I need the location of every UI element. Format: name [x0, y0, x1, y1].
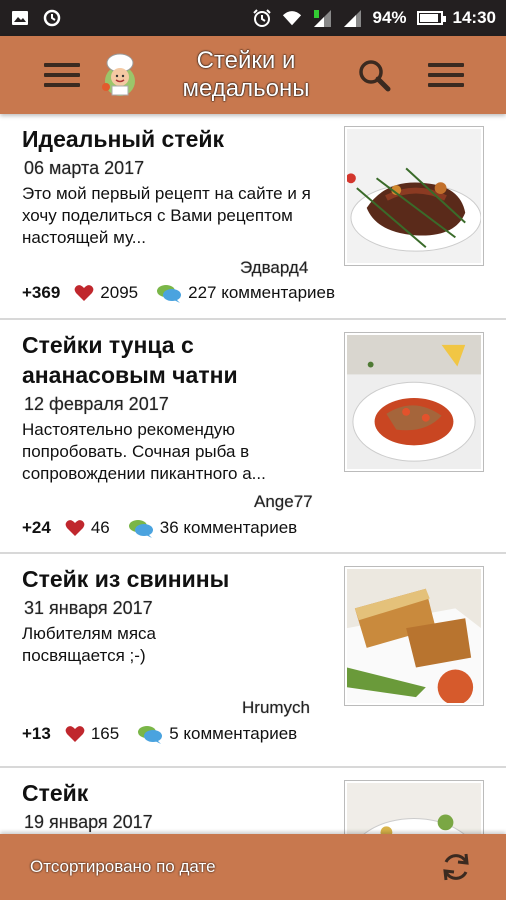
recipe-description: Настоятельно рекомендую попробовать. Соч… — [22, 420, 266, 483]
recipe-author[interactable]: Hrumych — [242, 698, 310, 718]
comments-icon — [128, 520, 153, 538]
sort-label[interactable]: Отсортировано по дате — [30, 857, 216, 877]
recipe-image[interactable] — [344, 332, 484, 472]
recipe-author[interactable]: Эдвард4 — [240, 258, 308, 278]
refresh-icon — [443, 853, 469, 881]
battery-icon — [416, 11, 446, 25]
battery-level — [419, 14, 439, 22]
clock: 14:30 — [452, 8, 496, 27]
recipe-score: +24 — [22, 518, 51, 537]
recipe-list: Идеальный стейк 06 марта 2017 Это мой пе… — [0, 114, 506, 834]
comments-icon — [138, 726, 163, 744]
recipe-image[interactable] — [344, 566, 484, 706]
recipe-comments[interactable]: 36 комментариев — [160, 518, 297, 538]
recipe-score: +369 — [22, 283, 61, 302]
recipe-image[interactable] — [344, 780, 484, 834]
list-item[interactable]: Стейк из свинины 31 января 2017 Любителя… — [0, 554, 506, 768]
recipe-description: Это мой первый рецепт на сайте и я хочу … — [22, 184, 311, 247]
sync-icon — [42, 8, 62, 28]
search-icon — [359, 60, 391, 92]
signal-icon — [312, 8, 332, 28]
list-item[interactable]: Стейки тунца с ананасовым чатни 12 февра… — [0, 320, 506, 554]
recipe-stats: +13 165 5 комментариев — [22, 724, 297, 744]
chef-logo-icon — [96, 51, 144, 99]
recipe-likes: 2095 — [100, 283, 139, 302]
recipe-stats: +24 46 36 комментариев — [22, 518, 297, 538]
wifi-icon — [282, 8, 302, 28]
recipe-title[interactable]: Стейк из свинины — [22, 564, 332, 594]
recipe-comments[interactable]: 5 комментариев — [169, 724, 297, 744]
image-icon — [10, 8, 30, 28]
recipe-title[interactable]: Стейк — [22, 778, 332, 808]
recipe-likes: 165 — [90, 724, 120, 743]
recipe-author[interactable]: Ange77 — [254, 492, 313, 512]
page-title: Стейки и медальоны — [182, 47, 310, 102]
alarm-icon — [252, 8, 272, 28]
overflow-menu-button[interactable] — [420, 49, 472, 101]
hamburger-icon — [428, 63, 464, 87]
comments-icon — [157, 285, 182, 303]
list-item[interactable]: Идеальный стейк 06 марта 2017 Это мой пе… — [0, 114, 506, 320]
recipe-stats: +369 2095 227 комментариев — [22, 283, 335, 303]
heart-icon — [74, 285, 94, 301]
heart-icon — [65, 520, 85, 536]
heart-icon — [65, 726, 85, 742]
recipe-score: +13 — [22, 724, 51, 743]
menu-button[interactable] — [36, 49, 88, 101]
list-item[interactable]: Стейк 19 января 2017 — [0, 768, 506, 834]
recipe-comments[interactable]: 227 комментариев — [188, 283, 335, 303]
recipe-description: Любителям мяса посвящается ;-) — [22, 624, 157, 665]
signal-icon-2 — [342, 8, 362, 28]
battery-percent: 94% — [372, 8, 407, 27]
search-button[interactable] — [348, 49, 400, 101]
recipe-image[interactable] — [344, 126, 484, 266]
bottom-bar: Отсортировано по дате — [0, 834, 506, 900]
recipe-title[interactable]: Стейки тунца с ананасовым чатни — [22, 330, 332, 390]
recipe-title[interactable]: Идеальный стейк — [22, 124, 332, 154]
recipe-likes: 46 — [90, 518, 110, 537]
status-bar: 94% 14:30 — [0, 0, 506, 36]
hamburger-icon — [44, 63, 80, 87]
refresh-button[interactable] — [436, 847, 476, 887]
toolbar: Стейки и медальоны — [0, 36, 506, 114]
